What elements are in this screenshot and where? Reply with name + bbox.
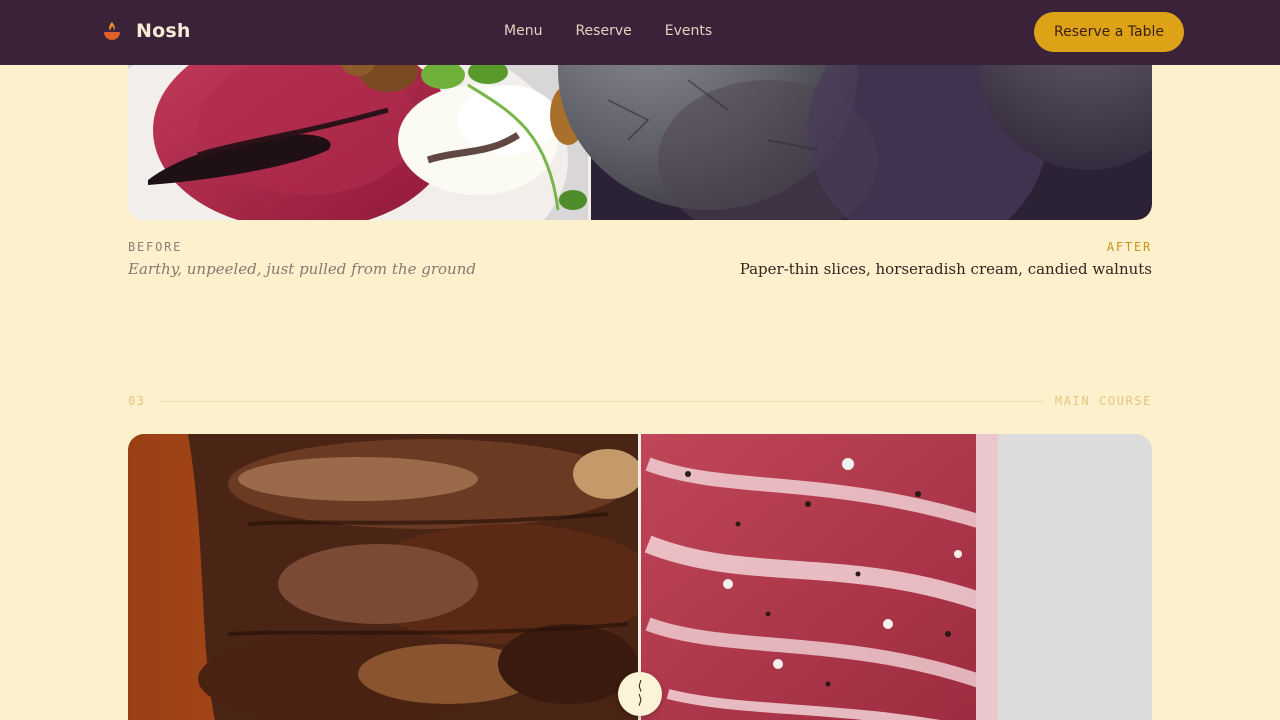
reserve-table-button[interactable]: Reserve a Table: [1034, 12, 1184, 52]
after-description: Paper-thin slices, horseradish cream, ca…: [739, 260, 1152, 278]
chevron-right-icon: ⟩: [636, 693, 644, 708]
nav-reserve-link[interactable]: Reserve: [575, 23, 631, 39]
brand[interactable]: Nosh: [102, 19, 191, 43]
beet-compare-image: [128, 40, 1152, 220]
before-caption: BEFORE Earthy, unpeeled, just pulled fro…: [128, 240, 476, 278]
compare-1-captions: BEFORE Earthy, unpeeled, just pulled fro…: [128, 240, 1152, 280]
nav-menu-link[interactable]: Menu: [504, 23, 542, 39]
after-caption: AFTER Paper-thin slices, horseradish cre…: [740, 240, 1152, 278]
site-header: Nosh Menu Reserve Events Reserve a Table: [0, 0, 1280, 65]
main-nav: Menu Reserve Events: [504, 23, 745, 39]
before-description: Earthy, unpeeled, just pulled from the g…: [128, 260, 476, 278]
compare-slider-beet[interactable]: [128, 40, 1152, 220]
after-label: AFTER: [1106, 240, 1152, 254]
brand-name: Nosh: [136, 20, 191, 42]
section-title: MAIN COURSE: [1054, 394, 1152, 408]
chevron-left-icon: ⟨: [636, 679, 644, 694]
nav-events-link[interactable]: Events: [665, 23, 712, 39]
section-divider: [160, 401, 1044, 402]
section-header-main-course: 03 MAIN COURSE: [128, 394, 1152, 408]
before-label: BEFORE: [128, 240, 183, 254]
section-number: 03: [128, 394, 146, 408]
flame-bowl-icon: [104, 22, 120, 40]
compare-slider-handle[interactable]: ⟨ ⟩: [618, 672, 662, 716]
